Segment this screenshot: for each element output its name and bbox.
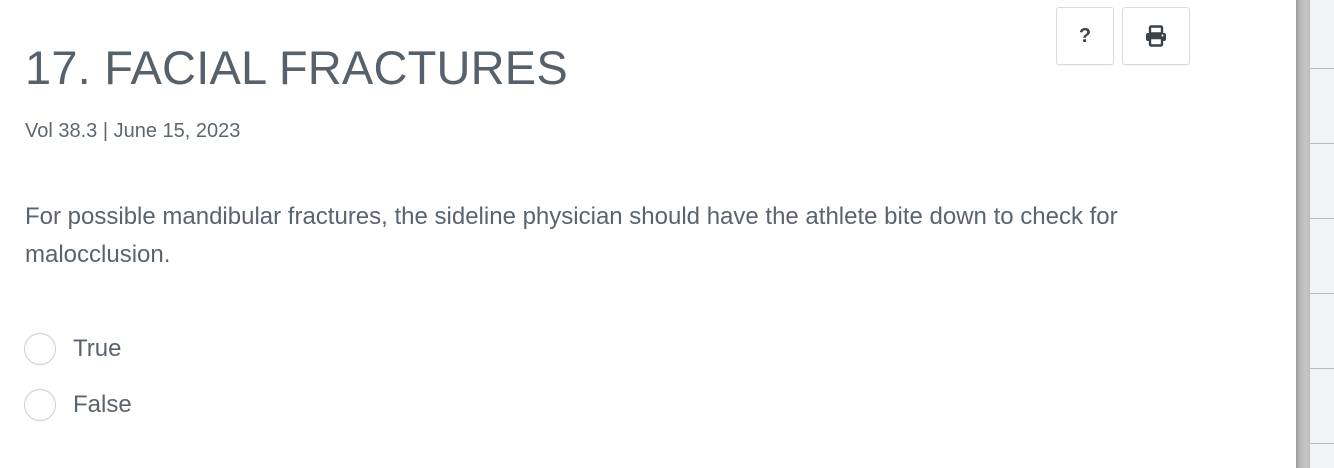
- window-edge: [1296, 0, 1334, 468]
- answer-options: True False: [24, 330, 132, 442]
- page-title: 17. FACIAL FRACTURES: [25, 41, 568, 94]
- panel-divider: [1310, 368, 1334, 369]
- panel-divider: [1310, 293, 1334, 294]
- printer-icon: [1146, 25, 1166, 47]
- option-true[interactable]: True: [24, 330, 132, 368]
- option-label-true: True: [73, 335, 122, 362]
- adjacent-panel: [1310, 0, 1334, 468]
- panel-divider: [1310, 443, 1334, 444]
- issue-meta: Vol 38.3 | June 15, 2023: [25, 120, 241, 142]
- question-text: For possible mandibular fractures, the s…: [25, 203, 1118, 268]
- panel-divider: [1310, 68, 1334, 69]
- print-button[interactable]: [1122, 7, 1190, 65]
- option-label-false: False: [73, 391, 132, 418]
- panel-divider: [1310, 143, 1334, 144]
- radio-button-true[interactable]: [24, 333, 56, 365]
- scrollbar[interactable]: [1296, 0, 1310, 468]
- main-content: 17. FACIAL FRACTURES Vol 38.3 | June 15,…: [0, 0, 1296, 468]
- option-false[interactable]: False: [24, 386, 132, 424]
- panel-divider: [1310, 218, 1334, 219]
- help-button[interactable]: ?: [1056, 7, 1114, 65]
- radio-button-false[interactable]: [24, 389, 56, 421]
- help-icon: ?: [1078, 25, 1092, 47]
